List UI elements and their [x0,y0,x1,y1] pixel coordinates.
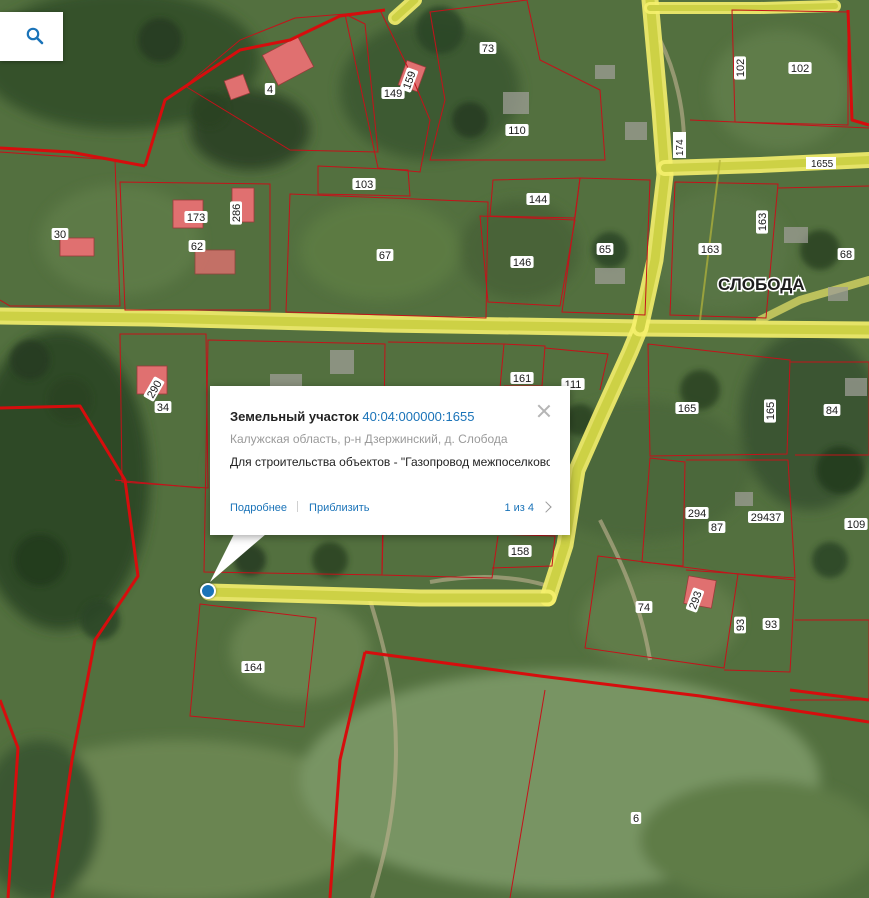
plot-label-93: 93 [734,616,747,634]
plot-number-text: 6 [633,813,639,825]
plot-label-294: 294 [685,507,709,520]
plot-label-74: 74 [635,601,653,614]
popup-pointer [210,534,266,582]
road-badge-vertical: 174 [673,132,686,158]
plot-number-text: 165 [678,403,696,415]
plot-number-text: 163 [757,213,769,231]
plot-label-103: 103 [352,178,376,191]
plot-label-65: 65 [596,243,614,256]
plot-number-text: 109 [847,519,865,531]
popup-description: Для строительства объектов - "Газопровод… [230,454,550,470]
plot-label-87: 87 [708,521,726,534]
popup-cadastral-number[interactable]: 40:04:000000:1655 [362,409,474,424]
plot-label-158: 158 [508,545,532,558]
zoom-link[interactable]: Приблизить [309,502,370,514]
plot-number-text: 30 [54,229,66,241]
plot-number-text: 163 [701,244,719,256]
popup-link-divider [297,501,299,512]
plot-label-34: 34 [154,401,172,414]
place-name-label: СЛОБОДА [718,275,805,294]
plot-label-6: 6 [630,812,642,825]
plot-number-text: 286 [231,204,243,222]
plot-number-text: 29437 [751,512,782,524]
popup-pager: 1 из 4 [504,500,552,516]
plot-label-163: 163 [698,243,722,256]
plot-number-text: 158 [511,546,529,558]
plot-number-text: 73 [482,43,494,55]
plot-label-146: 146 [510,256,534,269]
plot-number-text: 102 [791,63,809,75]
plot-number-text: 164 [244,662,262,674]
plot-label-67: 67 [376,249,394,262]
map-view[interactable]: 4 73 159 149 110 102 102 103 144 173 286 62 30 67 146 6… [0,0,869,898]
plot-label-102: 102 [734,56,747,80]
plot-label-93: 93 [762,618,780,631]
plot-number-text: 67 [379,250,391,262]
road-badge-label: 1655 [811,159,834,170]
plot-number-text: 165 [765,402,777,420]
plot-label-149: 149 [381,87,405,100]
plot-label-144: 144 [526,193,550,206]
plot-number-text: 103 [355,179,373,191]
search-icon [26,27,44,45]
details-link[interactable]: Подробнее [230,502,287,514]
plot-label-165: 165 [764,399,777,423]
road-badge: 1655 [806,157,836,170]
plot-number-text: 74 [638,602,650,614]
popup-footer: Подробнее Приблизить 1 из 4 [230,500,552,516]
plot-number-text: 62 [191,241,203,253]
map-marker[interactable] [200,583,216,599]
search-button[interactable] [0,12,63,61]
plot-label-29437: 29437 [748,511,784,524]
plot-number-text: 84 [826,405,838,417]
plot-label-73: 73 [479,42,497,55]
plot-number-text: 93 [765,619,777,631]
plot-number-text: 68 [840,249,852,261]
popup-object-type: Земельный участок [230,409,359,424]
popup-address: Калужская область, р-н Дзержинский, д. С… [230,432,508,446]
plot-label-165: 165 [675,402,699,415]
plot-label-163: 163 [756,210,769,234]
plot-label-62: 62 [188,240,206,253]
plot-label-30: 30 [51,228,69,241]
popup-description-text: Для строительства объектов - "Газопровод… [230,455,550,469]
close-icon[interactable] [537,404,551,418]
popup-title: Земельный участок 40:04:000000:1655 [230,408,550,425]
plot-number-text: 93 [735,619,747,631]
plot-label-161: 161 [510,372,534,385]
plot-label-109: 109 [844,518,868,531]
road-badge-vertical-label: 174 [675,139,686,156]
plot-label-110: 110 [505,124,529,137]
plot-number-text: 4 [267,84,273,96]
plot-number-text: 87 [711,522,723,534]
plot-label-84: 84 [823,404,841,417]
plot-number-text: 149 [384,88,402,100]
plot-label-286: 286 [230,201,243,225]
plot-number-text: 144 [529,194,547,206]
plot-number-text: 146 [513,257,531,269]
plot-number-text: 65 [599,244,611,256]
plot-label-102: 102 [788,62,812,75]
plot-label-164: 164 [241,661,265,674]
plot-number-text: 34 [157,402,169,414]
plot-label-68: 68 [837,248,855,261]
plot-number-text: 110 [508,125,526,137]
plot-number-text: 173 [187,212,205,224]
chevron-right-icon[interactable] [540,501,552,513]
plot-number-text: 294 [688,508,706,520]
plot-label-4: 4 [264,83,276,96]
plot-number-text: 102 [735,59,747,77]
plot-number-text: 161 [513,373,531,385]
parcel-popup: Земельный участок 40:04:000000:1655 Калу… [210,386,570,535]
plot-label-173: 173 [184,211,208,224]
pager-label: 1 из 4 [504,502,534,514]
